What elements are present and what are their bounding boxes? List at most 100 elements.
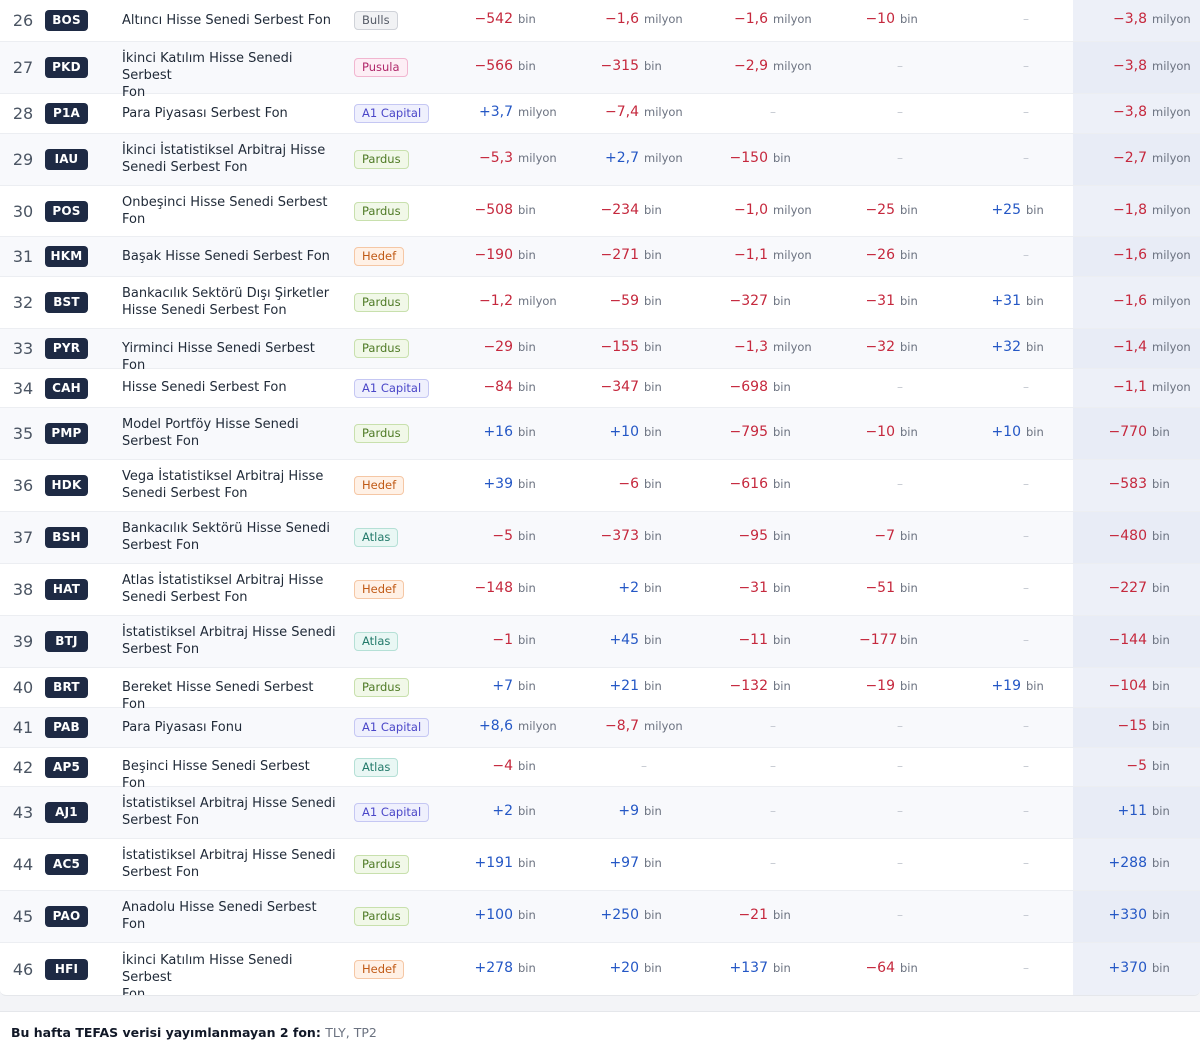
manager-badge[interactable]: Pardus	[354, 678, 409, 697]
flow-amount: −26	[865, 247, 895, 263]
table-row[interactable]: 26 BOS Altıncı Hisse Senedi Serbest Fon Bul…	[0, 0, 1200, 42]
empty-value: –	[1023, 477, 1029, 491]
fund-ticker-badge[interactable]: PAO	[45, 906, 88, 927]
manager-badge[interactable]: A1 Capital	[354, 378, 430, 398]
fund-name[interactable]: Para Piyasası Fonu	[122, 719, 337, 736]
table-row[interactable]: 44 AC5 İstatistiksel Arbitraj Hisse Senedi…	[0, 839, 1200, 891]
table-row[interactable]: 33 PYR Yirminci Hisse Senedi Serbest Fon Pa…	[0, 329, 1200, 373]
table-row[interactable]: 36 HDK Vega İstatistiksel Arbitraj Hisse Se…	[0, 460, 1200, 512]
table-row[interactable]: 30 POS Onbeşinci Hisse Senedi Serbest Fon Pa…	[0, 186, 1200, 237]
manager-badge[interactable]: Pardus	[354, 424, 409, 443]
fund-ticker-badge[interactable]: HKM	[45, 246, 88, 267]
flow-unit: bin	[518, 679, 536, 693]
table-row[interactable]: 42 AP5 Beşinci Hisse Senedi Serbest Fon Atl…	[0, 748, 1200, 791]
table-row[interactable]: 27 PKD İkinci Katılım Hisse Senedi Serbest…	[0, 42, 1200, 100]
fund-name[interactable]: Hisse Senedi Serbest Fon	[122, 379, 337, 396]
flow-unit: bin	[773, 529, 791, 543]
flow-value: +2 bin	[599, 580, 661, 596]
unpublished-note-text: Bu hafta TEFAS verisi yayımlanmayan 2 fo…	[11, 1025, 377, 1040]
fund-ticker-badge[interactable]: PKD	[45, 57, 88, 78]
fund-name[interactable]: İstatistiksel Arbitraj Hisse Senedi Serbe…	[122, 795, 337, 829]
fund-name[interactable]: Para Piyasası Serbest Fon	[122, 105, 337, 122]
flow-unit: milyon	[773, 248, 812, 262]
fund-ticker-badge[interactable]: HAT	[45, 579, 88, 600]
manager-badge[interactable]: Pardus	[354, 150, 409, 169]
fund-ticker-badge[interactable]: BSH	[45, 527, 88, 548]
fund-ticker-badge[interactable]: BST	[45, 292, 88, 313]
fund-name[interactable]: İstatistiksel Arbitraj Hisse Senedi Serbe…	[122, 847, 337, 881]
table-row[interactable]: 28 P1A Para Piyasası Serbest Fon A1 Capital…	[0, 94, 1200, 134]
manager-badge[interactable]: A1 Capital	[354, 104, 430, 123]
fund-name-line: Başak Hisse Senedi Serbest Fon	[122, 248, 330, 264]
flow-amount: +137	[729, 959, 768, 976]
fund-ticker-badge[interactable]: BTJ	[45, 631, 88, 652]
table-row[interactable]: 32 BST Bankacılık Sektörü Dışı Şirketler Hi…	[0, 277, 1200, 329]
empty-value: –	[770, 719, 776, 733]
manager-badge[interactable]: Atlas	[354, 528, 399, 547]
table-row[interactable]: 40 BRT Bereket Hisse Senedi Serbest Fon Par…	[0, 668, 1200, 712]
flow-amount: +278	[474, 959, 513, 976]
manager-badge[interactable]: Atlas	[354, 632, 399, 651]
table-row[interactable]: 29 IAU İkinci İstatistiksel Arbitraj Hisse…	[0, 134, 1200, 186]
fund-name[interactable]: Model Portföy Hisse Senedi Serbest Fon	[122, 416, 337, 450]
manager-badge[interactable]: Hedef	[354, 580, 405, 599]
fund-name[interactable]: Vega İstatistiksel Arbitraj Hisse Senedi …	[122, 468, 337, 502]
fund-ticker-badge[interactable]: HDK	[45, 475, 88, 496]
fund-ticker-badge[interactable]: HFI	[45, 958, 88, 980]
flow-value: +9 bin	[599, 803, 661, 819]
fund-name[interactable]: Bankacılık Sektörü Hisse Senedi Serbest F…	[122, 520, 337, 554]
fund-ticker-badge[interactable]: POS	[45, 200, 88, 222]
manager-badge[interactable]: Hedef	[354, 476, 405, 495]
fund-name[interactable]: Onbeşinci Hisse Senedi Serbest Fon	[122, 194, 337, 228]
fund-ticker-badge[interactable]: PYR	[45, 338, 88, 359]
fund-name[interactable]: İstatistiksel Arbitraj Hisse Senedi Serbe…	[122, 624, 337, 658]
manager-badge[interactable]: Pusula	[354, 58, 408, 77]
empty-value: –	[1023, 960, 1029, 975]
fund-ticker-badge[interactable]: PAB	[45, 717, 88, 738]
manager-badge[interactable]: Pardus	[354, 339, 409, 358]
manager-badge[interactable]: Pardus	[354, 855, 409, 874]
fund-ticker-badge[interactable]: AC5	[45, 854, 88, 875]
manager-badge[interactable]: Pardus	[354, 293, 409, 312]
fund-name[interactable]: Altıncı Hisse Senedi Serbest Fon	[122, 12, 337, 29]
manager-badge[interactable]: A1 Capital	[354, 718, 430, 737]
table-row[interactable]: 39 BTJ İstatistiksel Arbitraj Hisse Senedi…	[0, 616, 1200, 668]
table-row[interactable]: 45 PAO Anadolu Hisse Senedi Serbest Fon Pard…	[0, 891, 1200, 943]
fund-ticker-badge[interactable]: AP5	[45, 756, 88, 778]
fund-name[interactable]: Atlas İstatistiksel Arbitraj Hisse Senedi…	[122, 572, 337, 606]
empty-value: –	[1023, 105, 1029, 119]
manager-badge[interactable]: Pardus	[354, 201, 409, 221]
fund-ticker-badge[interactable]: BOS	[45, 10, 88, 31]
table-row[interactable]: 34 CAH Hisse Senedi Serbest Fon A1 Capital −…	[0, 369, 1200, 408]
table-row[interactable]: 38 HAT Atlas İstatistiksel Arbitraj Hisse S…	[0, 564, 1200, 616]
manager-badge[interactable]: Pardus	[354, 907, 409, 926]
table-row[interactable]: 43 AJ1 İstatistiksel Arbitraj Hisse Senedi…	[0, 787, 1200, 839]
table-row[interactable]: 37 BSH Bankacılık Sektörü Hisse Senedi Serb…	[0, 512, 1200, 564]
flow-value: −616 bin	[728, 476, 791, 492]
fund-ticker-badge[interactable]: CAH	[45, 377, 88, 399]
fund-ticker-badge[interactable]: BRT	[45, 677, 88, 698]
table-row[interactable]: 46 HFI İkinci Katılım Hisse Senedi Serbest…	[0, 943, 1200, 996]
flow-unit: milyon	[518, 151, 557, 165]
fund-name[interactable]: Anadolu Hisse Senedi Serbest Fon	[122, 899, 337, 933]
manager-badge[interactable]: A1 Capital	[354, 803, 430, 822]
manager-badge[interactable]: Hedef	[354, 247, 405, 266]
fund-ticker-badge[interactable]: IAU	[45, 149, 88, 170]
table-row[interactable]: 35 PMP Model Portföy Hisse Senedi Serbest F…	[0, 408, 1200, 460]
manager-badge[interactable]: Atlas	[354, 757, 399, 777]
flow-unit: bin	[644, 248, 662, 262]
fund-ticker-badge[interactable]: AJ1	[45, 802, 88, 823]
fund-ticker-badge[interactable]: P1A	[45, 103, 88, 124]
flow-unit: bin	[644, 908, 662, 922]
table-row[interactable]: 41 PAB Para Piyasası Fonu A1 Capital +8,6 mil…	[0, 708, 1200, 748]
manager-badge[interactable]: Bulls	[354, 11, 398, 30]
fund-name[interactable]: İkinci Katılım Hisse Senedi Serbest Fon	[122, 952, 337, 996]
fund-name[interactable]: Bankacılık Sektörü Dışı Şirketler Hisse S…	[122, 285, 337, 319]
fund-ticker-badge[interactable]: PMP	[45, 423, 88, 444]
table-row[interactable]: 31 HKM Başak Hisse Senedi Serbest Fon Hedef…	[0, 237, 1200, 277]
manager-badge[interactable]: Hedef	[354, 959, 405, 979]
fund-name[interactable]: İkinci İstatistiksel Arbitraj Hisse Sened…	[122, 142, 337, 176]
fund-name[interactable]: Başak Hisse Senedi Serbest Fon	[122, 248, 337, 265]
flow-value: −271 bin	[599, 247, 662, 263]
flow-unit: bin	[518, 581, 536, 595]
